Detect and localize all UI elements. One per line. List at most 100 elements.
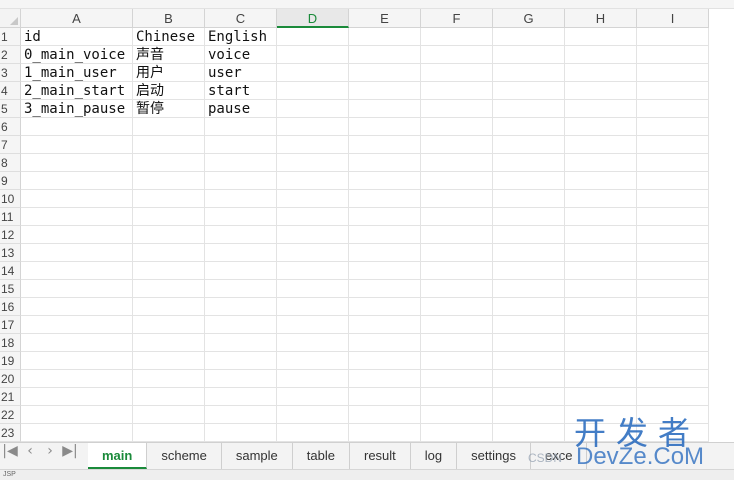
cell-d11[interactable] — [277, 208, 349, 226]
cell-a4[interactable]: 2_main_start — [21, 82, 133, 100]
cell-c2[interactable]: voice — [205, 46, 277, 64]
cell-c15[interactable] — [205, 280, 277, 298]
cell-c18[interactable] — [205, 334, 277, 352]
cell-a6[interactable] — [21, 118, 133, 136]
row-header-6[interactable]: 6 — [0, 118, 21, 136]
cell-b8[interactable] — [133, 154, 205, 172]
cell-h1[interactable] — [565, 28, 637, 46]
cell-e2[interactable] — [349, 46, 421, 64]
cell-d8[interactable] — [277, 154, 349, 172]
select-all-corner[interactable] — [0, 9, 21, 28]
cell-c9[interactable] — [205, 172, 277, 190]
cell-i15[interactable] — [637, 280, 709, 298]
cell-i2[interactable] — [637, 46, 709, 64]
cell-b22[interactable] — [133, 406, 205, 424]
cell-h15[interactable] — [565, 280, 637, 298]
cell-b16[interactable] — [133, 298, 205, 316]
cell-h17[interactable] — [565, 316, 637, 334]
sheet-tab-log[interactable]: log — [411, 443, 458, 469]
cell-h20[interactable] — [565, 370, 637, 388]
cell-a13[interactable] — [21, 244, 133, 262]
cell-g16[interactable] — [493, 298, 565, 316]
cell-g1[interactable] — [493, 28, 565, 46]
cell-g23[interactable] — [493, 424, 565, 442]
cell-a11[interactable] — [21, 208, 133, 226]
cell-i8[interactable] — [637, 154, 709, 172]
column-header-h[interactable]: H — [565, 9, 637, 28]
cell-d13[interactable] — [277, 244, 349, 262]
cell-c21[interactable] — [205, 388, 277, 406]
cell-h11[interactable] — [565, 208, 637, 226]
cell-d7[interactable] — [277, 136, 349, 154]
cell-a1[interactable]: id — [21, 28, 133, 46]
cell-h9[interactable] — [565, 172, 637, 190]
sheet-tab-main[interactable]: main — [88, 443, 148, 469]
cell-b4[interactable]: 启动 — [133, 82, 205, 100]
cell-e23[interactable] — [349, 424, 421, 442]
cell-g20[interactable] — [493, 370, 565, 388]
cell-b10[interactable] — [133, 190, 205, 208]
cell-d6[interactable] — [277, 118, 349, 136]
cell-a8[interactable] — [21, 154, 133, 172]
cell-g14[interactable] — [493, 262, 565, 280]
cell-e10[interactable] — [349, 190, 421, 208]
cell-f10[interactable] — [421, 190, 493, 208]
cell-e8[interactable] — [349, 154, 421, 172]
cell-c6[interactable] — [205, 118, 277, 136]
column-header-i[interactable]: I — [637, 9, 709, 28]
cell-f22[interactable] — [421, 406, 493, 424]
cell-d15[interactable] — [277, 280, 349, 298]
cell-b9[interactable] — [133, 172, 205, 190]
cell-b6[interactable] — [133, 118, 205, 136]
column-header-f[interactable]: F — [421, 9, 493, 28]
cell-i13[interactable] — [637, 244, 709, 262]
cell-e21[interactable] — [349, 388, 421, 406]
cell-i19[interactable] — [637, 352, 709, 370]
cell-f17[interactable] — [421, 316, 493, 334]
cell-f11[interactable] — [421, 208, 493, 226]
cell-b19[interactable] — [133, 352, 205, 370]
sheet-tab-settings[interactable]: settings — [457, 443, 531, 469]
row-header-17[interactable]: 17 — [0, 316, 21, 334]
row-header-7[interactable]: 7 — [0, 136, 21, 154]
cell-a9[interactable] — [21, 172, 133, 190]
column-header-b[interactable]: B — [133, 9, 205, 28]
cell-g11[interactable] — [493, 208, 565, 226]
prev-sheet-icon[interactable]: ‹ — [20, 443, 40, 469]
cell-a19[interactable] — [21, 352, 133, 370]
row-header-9[interactable]: 9 — [0, 172, 21, 190]
cell-f15[interactable] — [421, 280, 493, 298]
sheet-tab-scheme[interactable]: scheme — [147, 443, 222, 469]
cell-i16[interactable] — [637, 298, 709, 316]
column-header-a[interactable]: A — [21, 9, 133, 28]
cell-a7[interactable] — [21, 136, 133, 154]
cell-c4[interactable]: start — [205, 82, 277, 100]
cell-e11[interactable] — [349, 208, 421, 226]
cell-f13[interactable] — [421, 244, 493, 262]
column-header-d[interactable]: D — [277, 9, 349, 28]
cell-g13[interactable] — [493, 244, 565, 262]
cell-f9[interactable] — [421, 172, 493, 190]
cell-b11[interactable] — [133, 208, 205, 226]
cell-b17[interactable] — [133, 316, 205, 334]
cell-g7[interactable] — [493, 136, 565, 154]
cell-f2[interactable] — [421, 46, 493, 64]
cell-g8[interactable] — [493, 154, 565, 172]
cell-e16[interactable] — [349, 298, 421, 316]
cell-f18[interactable] — [421, 334, 493, 352]
cell-b12[interactable] — [133, 226, 205, 244]
cell-b14[interactable] — [133, 262, 205, 280]
cell-c22[interactable] — [205, 406, 277, 424]
cell-a14[interactable] — [21, 262, 133, 280]
cell-f14[interactable] — [421, 262, 493, 280]
cell-g10[interactable] — [493, 190, 565, 208]
row-header-18[interactable]: 18 — [0, 334, 21, 352]
cell-f5[interactable] — [421, 100, 493, 118]
row-header-15[interactable]: 15 — [0, 280, 21, 298]
cell-c11[interactable] — [205, 208, 277, 226]
cell-e6[interactable] — [349, 118, 421, 136]
cell-f6[interactable] — [421, 118, 493, 136]
cell-d4[interactable] — [277, 82, 349, 100]
cell-a2[interactable]: 0_main_voice — [21, 46, 133, 64]
cell-a16[interactable] — [21, 298, 133, 316]
